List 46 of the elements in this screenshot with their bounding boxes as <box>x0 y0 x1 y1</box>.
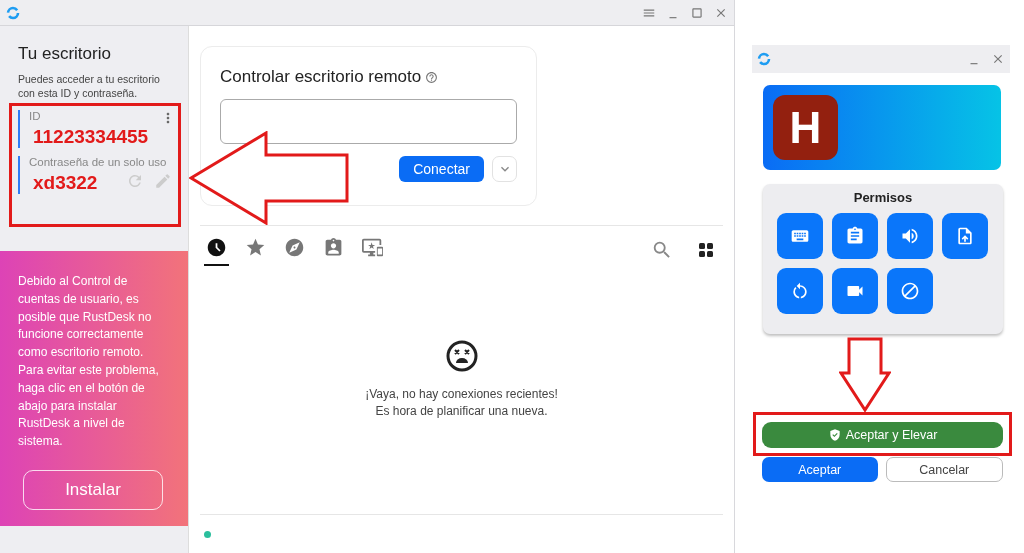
maximize-icon[interactable] <box>690 5 704 20</box>
accept-elevate-button[interactable]: Aceptar y Elevar <box>762 422 1003 448</box>
dropdown-button[interactable] <box>492 156 517 182</box>
grid-icon[interactable] <box>699 243 713 257</box>
accept-button[interactable]: Aceptar <box>762 457 878 482</box>
id-label: ID <box>29 110 41 122</box>
speaker-toggle[interactable] <box>887 213 933 259</box>
app-logo-icon <box>757 52 771 66</box>
permissions-title: Permisos <box>852 190 914 205</box>
empty-hint: Es hora de planificar una nueva. <box>375 403 548 420</box>
keyboard-toggle[interactable] <box>777 213 823 259</box>
sidebar-description: Puedes acceder a tu escritorio con esta ID y contraseña. <box>18 72 161 100</box>
shield-icon <box>827 428 842 442</box>
password-value: xd3322 <box>33 172 99 194</box>
password-label: Contraseña de un solo uso <box>29 156 167 168</box>
app-logo-icon <box>6 5 20 20</box>
speaker-icon <box>900 226 920 246</box>
file-upload-icon <box>955 226 975 246</box>
clock-icon <box>206 237 227 258</box>
block-icon <box>900 281 920 301</box>
restart-toggle[interactable] <box>777 268 823 314</box>
cancel-button[interactable]: Cancelar <box>885 457 1003 482</box>
restart-icon <box>790 281 810 301</box>
sidebar-title: Tu escritorio <box>18 44 112 64</box>
remote-id-field[interactable] <box>220 99 517 144</box>
install-button[interactable]: Instalar <box>23 469 163 510</box>
compass-icon <box>284 237 305 258</box>
clipboard-toggle[interactable] <box>832 213 878 259</box>
search-icon[interactable] <box>651 239 673 261</box>
connect-button[interactable]: Conectar <box>399 156 484 182</box>
sad-face-icon <box>445 340 478 372</box>
id-value: 11223334455 <box>33 126 150 148</box>
help-icon[interactable] <box>425 70 439 84</box>
close-icon[interactable] <box>991 52 1005 66</box>
avatar: H <box>773 95 838 160</box>
file-upload-toggle[interactable] <box>942 213 988 259</box>
clipboard-icon <box>845 226 865 246</box>
contact-card-icon <box>323 237 344 258</box>
video-camera-toggle[interactable] <box>832 268 878 314</box>
devices-icon <box>362 237 383 258</box>
card-title: Controlar escritorio remoto <box>220 67 422 87</box>
empty-message: ¡Vaya, no hay conexiones recientes! <box>365 386 558 403</box>
star-icon <box>245 237 266 258</box>
notice-text: Debido al Control de cuentas de usuario, es posible que RustDesk no funcione correctamente como escritorio remoto. Para evitar este problema, haga clic en el botón de abajo para instalar RustDesk a nivel de sistema. <box>18 273 160 451</box>
status-dot <box>204 530 211 538</box>
block-toggle[interactable] <box>887 268 933 314</box>
